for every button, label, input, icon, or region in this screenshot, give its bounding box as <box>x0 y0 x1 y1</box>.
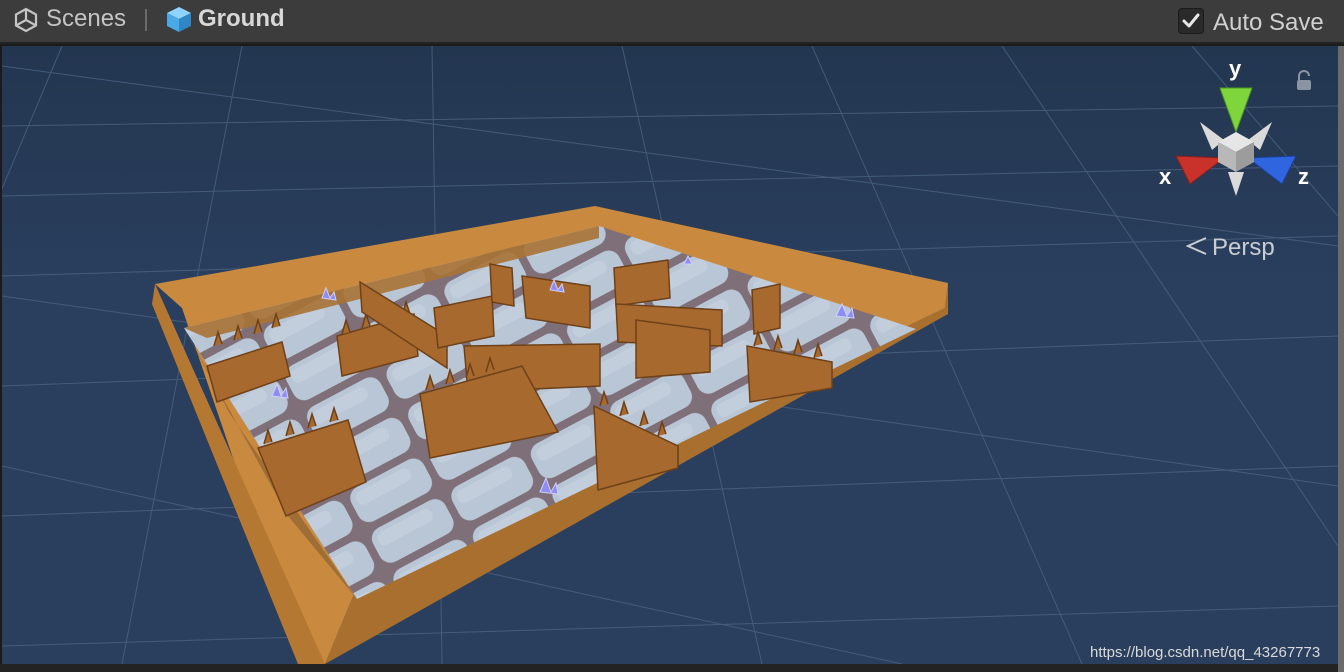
autosave-checkbox[interactable] <box>1178 8 1204 34</box>
unity-logo-icon <box>14 7 38 33</box>
perspective-icon[interactable] <box>1186 236 1208 256</box>
gizmo-cone-x[interactable] <box>1175 155 1226 185</box>
scenes-breadcrumb[interactable]: Scenes <box>46 5 126 33</box>
window-edge <box>1338 46 1344 672</box>
ground-board[interactable] <box>152 206 948 664</box>
gizmo-cone-z[interactable] <box>1246 155 1297 185</box>
fence[interactable] <box>489 263 515 307</box>
scene-toolbar: Scenes Ground Auto Save <box>0 0 1344 44</box>
scene-view-canvas[interactable] <box>2 46 1338 664</box>
object-breadcrumb-ground[interactable]: Ground <box>198 5 285 33</box>
fence[interactable] <box>635 319 711 379</box>
gizmo-label-y: y <box>1229 56 1242 81</box>
orientation-gizmo[interactable] <box>1172 82 1302 212</box>
projection-mode-label[interactable]: Persp <box>1212 234 1275 262</box>
gizmo-cone-y[interactable] <box>1219 87 1253 134</box>
gizmo-center-cube[interactable] <box>1218 132 1254 172</box>
window-bottom-edge <box>0 664 1338 672</box>
gizmo-label-z: z <box>1298 164 1309 189</box>
checkmark-icon <box>1182 13 1200 28</box>
cube-icon <box>167 7 191 32</box>
scene-viewport[interactable]: y x z Persp <box>2 46 1338 664</box>
gizmo-label-x: x <box>1159 164 1172 189</box>
watermark-text: https://blog.csdn.net/qq_43267773 <box>1090 644 1321 661</box>
fence[interactable] <box>751 283 781 335</box>
fence[interactable] <box>613 259 671 307</box>
gizmo-cone-neg-y[interactable] <box>1228 172 1244 196</box>
autosave-label: Auto Save <box>1213 9 1324 36</box>
breadcrumb-separator <box>145 9 147 31</box>
